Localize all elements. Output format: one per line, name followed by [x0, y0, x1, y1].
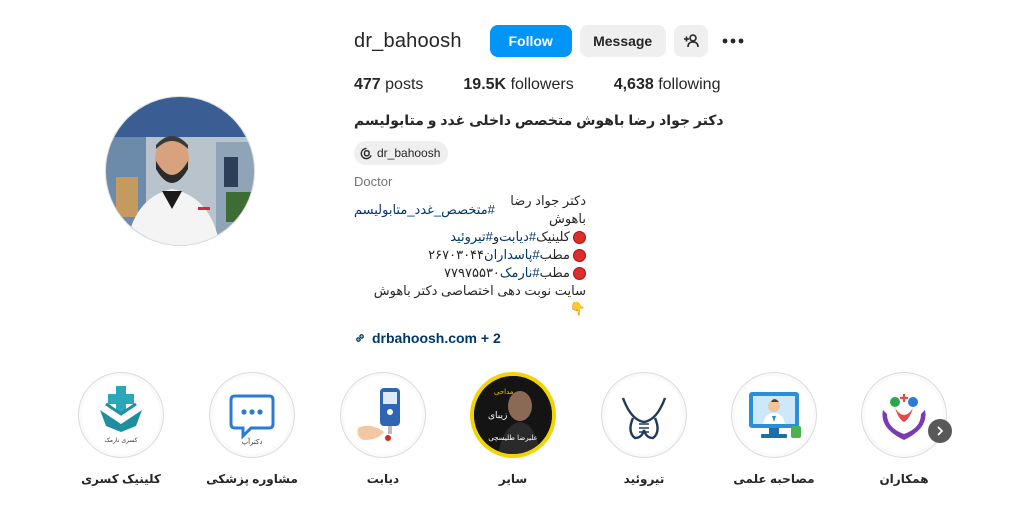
bio-line-2-mid: و [492, 229, 500, 244]
bio-line-1: دکتر جواد رضا باهوش #متخصص_غدد_متابولیسم [354, 192, 586, 228]
highlight-label: سایر [498, 472, 528, 486]
bio-line-2: کلینیک #دیابت و #تیروئید [354, 228, 586, 246]
external-link[interactable]: drbahoosh.com + 2 [354, 330, 954, 346]
bio-line-4: مطب #نارمک ۷۷۹۷۵۵۳۰ [354, 264, 586, 282]
posts-label: posts [385, 76, 424, 93]
add-person-icon [683, 34, 699, 48]
highlight-ring [861, 372, 947, 458]
following-stat[interactable]: 4,638 following [614, 76, 721, 94]
glucose-meter-icon [357, 388, 400, 441]
external-link-text: drbahoosh.com + 2 [372, 330, 501, 346]
bio-line-3-number: ۲۶۷۰۳۰۴۴ [428, 247, 485, 262]
highlight-label: تیروئید [623, 472, 665, 486]
following-count: 4,638 [613, 76, 654, 93]
bio-line-3: مطب #پاسداران ۲۶۷۰۳۰۴۴ [354, 246, 586, 264]
hashtag-link[interactable]: #دیابت [499, 228, 536, 246]
highlight-cover: مداحی زیبای علیرضا طلیسچی [474, 376, 552, 454]
portrait-poster-icon: مداحی زیبای علیرضا طلیسچی [474, 376, 552, 454]
pointing-down-icon: 👇 [569, 301, 586, 316]
highlight-clinic-kasra[interactable]: کسری نارمک کلینیک کسری [61, 372, 181, 486]
red-circle-icon [573, 266, 586, 280]
hashtag-link[interactable]: #متخصص_غدد_متابولیسم [354, 201, 495, 219]
followers-count: 19.5K [463, 76, 507, 93]
hashtag-link[interactable]: #نارمک [500, 264, 540, 282]
highlight-ring: کسری نارمک [78, 372, 164, 458]
highlight-cover [865, 376, 943, 454]
highlight-diabetes[interactable]: دیابت [323, 372, 443, 486]
highlight-label: مشاوره پزشکی [206, 472, 298, 486]
poster-caption-mid: زیبای [488, 411, 507, 421]
bio-line-4-number: ۷۷۹۷۵۵۳۰ [444, 265, 500, 280]
more-options-button[interactable] [716, 25, 750, 57]
chevron-right-icon [937, 426, 943, 436]
highlight-other[interactable]: مداحی زیبای علیرضا طلیسچی سایر [453, 372, 573, 486]
poster-caption-top: مداحی [494, 388, 514, 396]
highlight-label: همکاران [879, 472, 929, 486]
bio-line-6: 👇 [354, 300, 586, 318]
bio-line-2-text: کلینیک [536, 229, 570, 244]
clinic-logo-icon: کسری نارمک [100, 386, 142, 444]
profile-category: Doctor [354, 174, 393, 189]
profile-bio: دکتر جواد رضا باهوش متخصص داخلی غدد و مت… [354, 112, 954, 346]
following-label: following [658, 76, 721, 93]
bio-line-1-text: دکتر جواد رضا باهوش [510, 193, 586, 226]
followers-stat[interactable]: 19.5K followers [463, 76, 573, 94]
posts-count: 477 [354, 76, 381, 93]
poster-caption-bottom: علیرضا طلیسچی [488, 434, 537, 442]
more-dots-icon [722, 38, 744, 44]
bio-text: دکتر جواد رضا باهوش #متخصص_غدد_متابولیسم… [354, 192, 954, 318]
clinic-caption: کسری نارمک [104, 437, 137, 444]
profile-header: dr_bahoosh Follow Message 477 posts 19.5… [354, 24, 954, 346]
highlight-ring: دکترآپ [209, 372, 295, 458]
highlight-scientific-interview[interactable]: مصاحبه علمی [714, 372, 834, 486]
username: dr_bahoosh [354, 29, 462, 52]
link-icon [356, 334, 364, 342]
highlight-cover [344, 376, 422, 454]
bio-line-3-text: مطب [539, 247, 570, 262]
highlight-cover: دکترآپ [213, 376, 291, 454]
hashtag-link[interactable]: #تیروئید [450, 228, 493, 246]
bio-line-5-text: سایت نوبت دهی اختصاصی دکتر باهوش [373, 283, 586, 298]
bio-line-4-text: مطب [539, 265, 570, 280]
followers-label: followers [510, 76, 574, 93]
highlights-next-button[interactable] [928, 419, 952, 443]
highlight-cover [735, 376, 813, 454]
posts-stat: 477 posts [354, 76, 423, 94]
doctor-monitor-icon [749, 392, 801, 438]
highlight-label: کلینیک کسری [81, 472, 161, 486]
highlight-thyroid[interactable]: تیروئید [584, 372, 704, 486]
highlight-label: مصاحبه علمی [733, 472, 815, 486]
profile-action-row: dr_bahoosh Follow Message [354, 24, 954, 58]
avatar-photo-icon [106, 97, 254, 245]
profile-stats: 477 posts 19.5K followers 4,638 followin… [354, 76, 954, 94]
highlight-ring: مداحی زیبای علیرضا طلیسچی [470, 372, 556, 458]
hashtag-link[interactable]: #پاسداران [484, 246, 540, 264]
threads-icon [360, 147, 372, 159]
heart-hands-icon [882, 394, 926, 440]
highlight-cover: کسری نارمک [82, 376, 160, 454]
chat-bubble-icon: دکترآپ [229, 394, 275, 446]
threads-link[interactable]: dr_bahoosh [354, 141, 449, 165]
profile-avatar[interactable] [105, 96, 255, 246]
consultation-caption: دکترآپ [242, 437, 263, 446]
red-circle-icon [573, 230, 586, 244]
thyroid-icon [621, 397, 667, 440]
message-button[interactable]: Message [579, 25, 666, 57]
bio-line-5: سایت نوبت دهی اختصاصی دکتر باهوش [354, 282, 586, 300]
highlight-cover [605, 376, 683, 454]
story-highlights: کسری نارمک کلینیک کسری دکترآپ مشاوره پزش… [0, 372, 1024, 492]
full-name: دکتر جواد رضا باهوش متخصص داخلی غدد و مت… [354, 112, 724, 128]
suggested-users-button[interactable] [673, 25, 708, 57]
highlight-ring [340, 372, 426, 458]
threads-handle: dr_bahoosh [377, 146, 441, 160]
highlight-medical-consultation[interactable]: دکترآپ مشاوره پزشکی [192, 372, 312, 486]
red-circle-icon [573, 248, 586, 262]
highlight-ring [731, 372, 817, 458]
highlight-label: دیابت [366, 472, 400, 486]
highlight-ring [601, 372, 687, 458]
follow-button[interactable]: Follow [489, 25, 572, 57]
